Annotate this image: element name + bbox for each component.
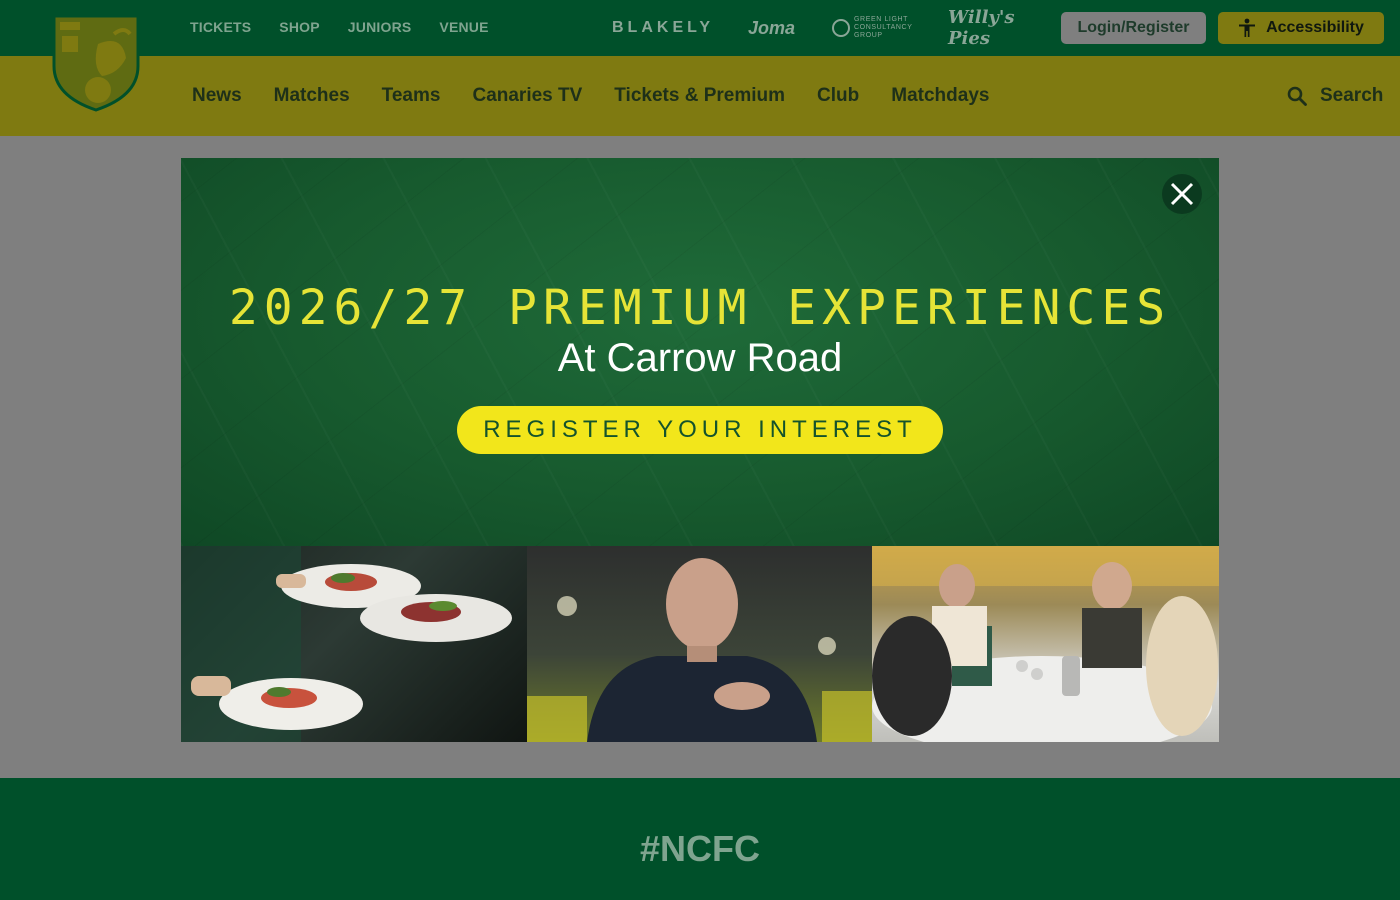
utility-link-juniors[interactable]: JUNIORS (348, 19, 412, 35)
green-light-ring-icon (832, 19, 850, 37)
search-button[interactable]: Search (1286, 56, 1383, 136)
sponsor-blakely-logo[interactable]: BLAKELY (612, 19, 734, 37)
nav-item-tickets-premium[interactable]: Tickets & Premium (614, 85, 785, 107)
sponsor-logos: BLAKELY Joma GREEN LIGHT CONSULTANCY GRO… (612, 7, 1040, 49)
main-nav-items: News Matches Teams Canaries TV Tickets &… (192, 56, 989, 136)
promo-banner[interactable]: 2026/27 PREMIUM EXPERIENCES At Carrow Ro… (181, 158, 1219, 546)
green-light-line-1: GREEN LIGHT (854, 16, 909, 23)
promo-title: 2026/27 PREMIUM EXPERIENCES (228, 280, 1172, 336)
close-icon (1170, 182, 1194, 206)
sponsor-green-light-logo[interactable]: GREEN LIGHT CONSULTANCY GROUP (832, 16, 934, 40)
promo-modal: 2026/27 PREMIUM EXPERIENCES At Carrow Ro… (181, 158, 1219, 742)
utility-link-shop[interactable]: SHOP (279, 19, 319, 35)
club-crest-logo[interactable] (52, 14, 140, 112)
sponsor-willys-pies-logo[interactable]: Willy's Pies (948, 7, 1040, 49)
nav-item-canaries-tv[interactable]: Canaries TV (472, 85, 582, 107)
search-label: Search (1320, 85, 1384, 106)
nav-item-club[interactable]: Club (817, 85, 859, 107)
main-navigation: News Matches Teams Canaries TV Tickets &… (0, 56, 1400, 136)
nav-item-news[interactable]: News (192, 85, 242, 107)
plated-dishes-photo (181, 546, 527, 742)
search-icon (1287, 86, 1307, 106)
login-register-button[interactable]: Login/Register (1061, 12, 1206, 44)
smiling-man-photo (527, 546, 872, 742)
utility-nav: TICKETS SHOP JUNIORS VENUE (190, 0, 489, 56)
utility-link-venue[interactable]: VENUE (439, 19, 488, 35)
accessibility-label: Accessibility (1266, 19, 1364, 36)
nav-item-matchdays[interactable]: Matchdays (891, 85, 989, 107)
accessibility-button[interactable]: Accessibility (1218, 12, 1384, 44)
green-light-line-2: CONSULTANCY GROUP (854, 24, 913, 39)
utility-link-tickets[interactable]: TICKETS (190, 19, 251, 35)
promo-subtitle: At Carrow Road (557, 336, 843, 380)
register-interest-button[interactable]: REGISTER YOUR INTEREST (457, 406, 943, 454)
nav-item-teams[interactable]: Teams (382, 85, 441, 107)
accessibility-person-icon (1239, 18, 1256, 37)
top-utility-bar: TICKETS SHOP JUNIORS VENUE BLAKELY Joma … (0, 0, 1400, 56)
footer-hashtag: #NCFC (639, 828, 760, 869)
close-modal-button[interactable] (1162, 174, 1202, 214)
sponsor-joma-logo[interactable]: Joma (748, 18, 818, 39)
hospitality-dining-photo (872, 546, 1219, 742)
nav-item-matches[interactable]: Matches (274, 85, 350, 107)
